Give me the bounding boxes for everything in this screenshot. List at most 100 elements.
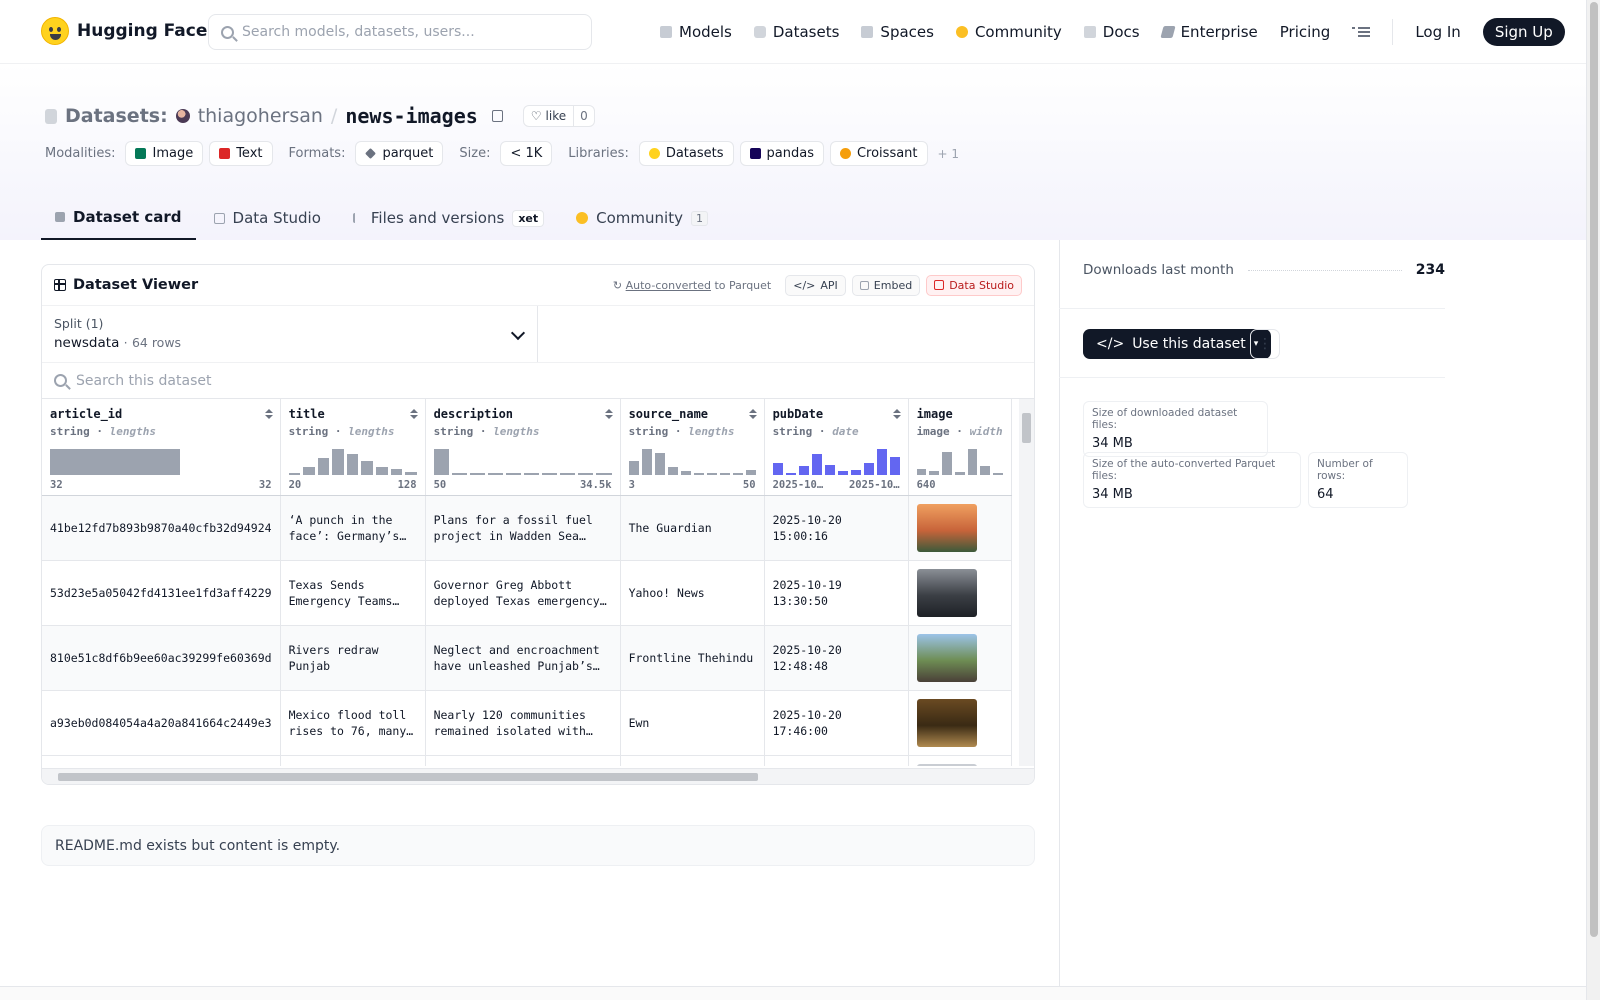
login-label: Log In <box>1415 23 1461 41</box>
column-name: pubDate <box>772 407 824 421</box>
nav-models[interactable]: Models <box>660 23 732 41</box>
table-row[interactable]: a93eb0d084054a4a20a841664c2449e3 Mexico f… <box>42 690 1012 756</box>
histogram-bar <box>954 472 965 475</box>
image-thumbnail[interactable] <box>916 633 977 682</box>
tag-croissant[interactable]: Croissant <box>829 141 928 166</box>
nav-datasets[interactable]: Datasets <box>753 23 839 41</box>
tag-datasets-lib[interactable]: Datasets <box>638 141 734 166</box>
cell-source-name: Frontline Thehindu <box>620 625 765 691</box>
code-icon: </> <box>793 278 816 292</box>
tag-image[interactable]: Image <box>125 141 204 166</box>
split-selector[interactable]: Split (1) newsdata · 64 rows <box>42 306 538 362</box>
embed-button[interactable]: Embed <box>851 274 921 296</box>
table-row-partial <box>42 755 1012 766</box>
table-row[interactable]: 41be12fd7b893b9870a40cfb32d94924 ‘A punch… <box>42 495 1012 561</box>
column-header-title[interactable]: title string · lengths 20 128 <box>280 399 426 496</box>
histogram-bar <box>433 449 449 475</box>
column-histogram[interactable] <box>772 449 900 475</box>
image-thumbnail[interactable] <box>916 568 977 617</box>
nav-enterprise[interactable]: Enterprise <box>1159 23 1258 41</box>
cell-pubdate-text: 2025-10-20 12:48:48 <box>772 642 842 673</box>
cube-icon <box>660 26 672 38</box>
tab-community[interactable]: Community 1 <box>562 196 722 240</box>
enterprise-icon <box>1159 26 1176 38</box>
tab-files[interactable]: Files and versions xet <box>339 196 558 240</box>
column-header-source_name[interactable]: source_name string · lengths 3 50 <box>620 399 765 496</box>
column-histogram[interactable] <box>50 449 272 475</box>
files-icon <box>352 213 363 223</box>
page-vertical-scrollbar[interactable] <box>1586 0 1600 1000</box>
table-row[interactable]: 53d23e5a05042fd4131ee1fd3aff4229 Texas Se… <box>42 560 1012 626</box>
more-options-button[interactable]: ⋮ <box>1250 329 1280 359</box>
cell-pubdate-text: 2025-10-20 15:00:16 <box>772 512 842 543</box>
readme-notice: README.md exists but content is empty. <box>41 825 1035 866</box>
histogram-bar <box>732 473 743 475</box>
copy-icon[interactable] <box>491 110 503 122</box>
image-thumbnail <box>916 763 977 766</box>
hugging-face-icon <box>41 17 69 45</box>
croissant-icon <box>839 148 851 159</box>
tab-data-studio[interactable]: Data Studio <box>200 196 335 240</box>
column-header-image[interactable]: image image · width 640 <box>908 399 1012 496</box>
more-menu-button[interactable] <box>1352 27 1371 37</box>
sort-icon[interactable] <box>748 409 757 419</box>
cell-title-text: Mexico flood toll rises to 76, many… <box>288 707 414 738</box>
column-range: 640 <box>916 479 936 491</box>
nav-enterprise-label: Enterprise <box>1180 23 1258 41</box>
tag-size[interactable]: < 1K <box>500 141 553 166</box>
table-horizontal-scrollbar[interactable] <box>42 768 1034 784</box>
column-histogram[interactable] <box>433 449 612 475</box>
nav-community[interactable]: Community <box>955 23 1062 41</box>
image-thumbnail[interactable] <box>916 698 977 747</box>
nav-spaces[interactable]: Spaces <box>861 23 934 41</box>
global-search-input[interactable] <box>242 24 572 40</box>
column-histogram[interactable] <box>288 449 417 475</box>
histogram-bar <box>346 454 359 475</box>
tag-text[interactable]: Text <box>209 141 273 166</box>
column-header-pubDate[interactable]: pubDate string · date 2025-10… 2025-10… <box>764 399 909 496</box>
dataset-search-input[interactable] <box>76 372 576 389</box>
signup-button[interactable]: Sign Up <box>1482 18 1565 46</box>
image-thumbnail[interactable] <box>916 503 977 552</box>
column-header-description[interactable]: description string · lengths 50 34.5k <box>425 399 621 496</box>
readme-text: README.md exists but content is empty. <box>55 837 341 854</box>
sort-icon[interactable] <box>604 409 613 419</box>
tag-pandas-label: pandas <box>766 146 814 161</box>
tab-dataset-card[interactable]: Dataset card <box>41 196 196 240</box>
breadcrumb-section[interactable]: Datasets: <box>65 105 168 127</box>
column-histogram[interactable] <box>628 449 756 475</box>
sort-icon[interactable] <box>264 409 273 419</box>
brand-logo[interactable]: Hugging Face <box>41 17 207 45</box>
dataset-search[interactable] <box>42 363 1034 399</box>
tags-more[interactable]: + 1 <box>938 147 960 161</box>
tag-size-label: < 1K <box>510 146 543 161</box>
column-header-article_id[interactable]: article_id string · lengths 32 32 <box>42 399 281 496</box>
auto-converted-link[interactable]: Auto-converted <box>626 279 711 292</box>
data-studio-button[interactable]: Data Studio <box>926 274 1022 296</box>
repo-owner[interactable]: thiagohersan <box>198 105 323 127</box>
sort-icon[interactable] <box>892 409 901 419</box>
nav-pricing[interactable]: Pricing <box>1280 23 1331 41</box>
nav-pricing-label: Pricing <box>1279 23 1331 41</box>
column-type: string · date <box>772 425 859 438</box>
tag-pandas[interactable]: pandas <box>739 141 824 166</box>
histogram-bar <box>719 473 730 475</box>
table-vertical-scrollbar[interactable] <box>1019 399 1034 766</box>
split-name: newsdata <box>54 335 120 351</box>
use-dataset-button[interactable]: </> Use this dataset ▾ <box>1083 329 1272 359</box>
api-button[interactable]: </> API <box>785 274 846 296</box>
nav-docs[interactable]: Docs <box>1083 23 1140 41</box>
column-histogram[interactable] <box>916 449 1003 475</box>
repo-tabs: Dataset card Data Studio Files and versi… <box>41 196 722 240</box>
table-row[interactable]: 810e51c8df6b9ee60ac39299fe60369d Rivers r… <box>42 625 1012 691</box>
column-name: description <box>433 407 514 421</box>
to-parquet-label: to Parquet <box>714 278 772 292</box>
cell-description-text: Plans for a fossil fuel project in Wadde… <box>433 512 593 543</box>
sort-icon[interactable] <box>409 409 418 419</box>
login-link[interactable]: Log In <box>1415 23 1461 41</box>
sidebar-divider-2 <box>1059 377 1445 378</box>
tag-parquet[interactable]: parquet <box>355 141 444 166</box>
like-button[interactable]: ♡ like 0 <box>522 105 595 127</box>
global-search[interactable] <box>208 14 592 50</box>
repo-name[interactable]: news-images <box>345 104 477 128</box>
